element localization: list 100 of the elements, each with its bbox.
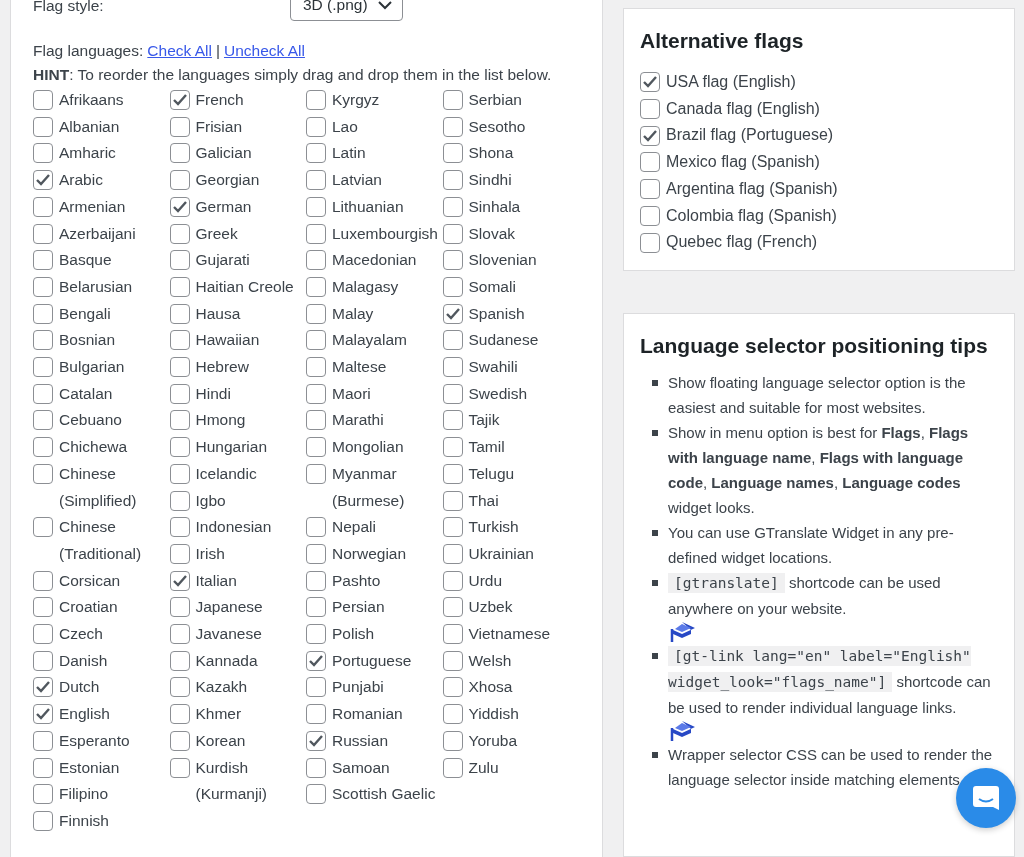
language-checkbox[interactable] — [169, 463, 190, 484]
language-checkbox[interactable] — [442, 330, 463, 351]
language-checkbox[interactable] — [33, 357, 53, 378]
language-checkbox[interactable] — [306, 250, 326, 271]
language-checkbox[interactable] — [306, 543, 326, 564]
language-checkbox[interactable] — [306, 357, 326, 378]
language-checkbox[interactable] — [33, 624, 53, 645]
language-checkbox[interactable] — [33, 383, 53, 404]
language-checkbox[interactable] — [442, 196, 463, 217]
language-checkbox[interactable] — [33, 463, 53, 484]
language-checkbox[interactable] — [306, 196, 326, 217]
language-checkbox[interactable] — [442, 383, 463, 404]
language-checkbox[interactable] — [169, 517, 190, 538]
language-checkbox[interactable] — [33, 410, 53, 431]
language-checkbox[interactable] — [442, 410, 463, 431]
language-checkbox[interactable] — [306, 570, 326, 591]
language-checkbox[interactable] — [169, 250, 190, 271]
language-checkbox[interactable] — [169, 624, 190, 645]
language-checkbox[interactable] — [33, 330, 53, 351]
language-checkbox[interactable] — [169, 170, 190, 191]
flag-checkbox[interactable] — [640, 72, 660, 93]
language-checkbox[interactable] — [169, 383, 190, 404]
language-checkbox[interactable] — [33, 597, 53, 618]
language-checkbox[interactable] — [442, 223, 463, 244]
flag-checkbox[interactable] — [640, 205, 660, 226]
language-checkbox[interactable] — [442, 650, 463, 671]
language-checkbox[interactable] — [33, 811, 53, 831]
language-checkbox[interactable] — [442, 730, 463, 751]
language-checkbox[interactable] — [33, 116, 53, 137]
language-checkbox[interactable] — [306, 116, 326, 137]
language-checkbox[interactable] — [33, 250, 53, 271]
language-checkbox[interactable] — [306, 223, 326, 244]
language-checkbox[interactable] — [33, 757, 53, 778]
language-checkbox[interactable] — [442, 357, 463, 378]
language-checkbox[interactable] — [306, 303, 326, 324]
language-checkbox[interactable] — [306, 330, 326, 351]
language-checkbox[interactable] — [442, 463, 463, 484]
language-checkbox[interactable] — [33, 650, 53, 671]
language-checkbox[interactable] — [169, 570, 190, 591]
language-checkbox[interactable] — [442, 490, 463, 511]
language-checkbox[interactable] — [306, 90, 326, 110]
language-checkbox[interactable] — [33, 223, 53, 244]
language-checkbox[interactable] — [33, 276, 53, 297]
flag-checkbox[interactable] — [640, 125, 660, 146]
language-checkbox[interactable] — [169, 276, 190, 297]
language-checkbox[interactable] — [169, 303, 190, 324]
language-checkbox[interactable] — [169, 196, 190, 217]
language-checkbox[interactable] — [33, 570, 53, 591]
language-checkbox[interactable] — [442, 704, 463, 725]
language-checkbox[interactable] — [306, 704, 326, 725]
language-checkbox[interactable] — [169, 223, 190, 244]
language-checkbox[interactable] — [442, 570, 463, 591]
language-checkbox[interactable] — [169, 543, 190, 564]
language-checkbox[interactable] — [33, 784, 53, 805]
graduation-cap-icon[interactable] — [668, 620, 696, 643]
language-checkbox[interactable] — [169, 437, 190, 458]
flag-checkbox[interactable] — [640, 179, 660, 200]
graduation-cap-icon[interactable] — [668, 719, 696, 742]
language-checkbox[interactable] — [33, 143, 53, 164]
language-checkbox[interactable] — [442, 143, 463, 164]
language-checkbox[interactable] — [306, 276, 326, 297]
language-checkbox[interactable] — [33, 303, 53, 324]
language-checkbox[interactable] — [306, 463, 326, 484]
language-checkbox[interactable] — [33, 170, 53, 191]
language-checkbox[interactable] — [169, 704, 190, 725]
flag-checkbox[interactable] — [640, 99, 660, 120]
language-checkbox[interactable] — [169, 116, 190, 137]
language-checkbox[interactable] — [442, 597, 463, 618]
language-checkbox[interactable] — [442, 276, 463, 297]
language-checkbox[interactable] — [442, 757, 463, 778]
language-checkbox[interactable] — [33, 437, 53, 458]
language-checkbox[interactable] — [169, 143, 190, 164]
language-checkbox[interactable] — [442, 677, 463, 698]
language-checkbox[interactable] — [442, 90, 463, 110]
language-checkbox[interactable] — [169, 410, 190, 431]
flag-checkbox[interactable] — [640, 152, 660, 173]
language-checkbox[interactable] — [169, 730, 190, 751]
uncheck-all-link[interactable]: Uncheck All — [223, 39, 305, 63]
language-checkbox[interactable] — [169, 490, 190, 511]
language-checkbox[interactable] — [33, 704, 53, 725]
language-checkbox[interactable] — [306, 784, 326, 805]
language-checkbox[interactable] — [33, 90, 53, 110]
language-checkbox[interactable] — [442, 116, 463, 137]
language-checkbox[interactable] — [306, 143, 326, 164]
language-checkbox[interactable] — [169, 597, 190, 618]
check-all-link[interactable]: Check All — [147, 39, 212, 63]
language-checkbox[interactable] — [306, 624, 326, 645]
language-checkbox[interactable] — [33, 677, 53, 698]
language-checkbox[interactable] — [169, 757, 190, 778]
language-checkbox[interactable] — [306, 757, 326, 778]
language-checkbox[interactable] — [306, 410, 326, 431]
language-checkbox[interactable] — [442, 250, 463, 271]
language-checkbox[interactable] — [306, 677, 326, 698]
language-checkbox[interactable] — [306, 597, 326, 618]
language-checkbox[interactable] — [442, 303, 463, 324]
language-checkbox[interactable] — [306, 730, 326, 751]
language-checkbox[interactable] — [33, 517, 53, 538]
language-checkbox[interactable] — [169, 330, 190, 351]
language-checkbox[interactable] — [306, 650, 326, 671]
language-checkbox[interactable] — [442, 624, 463, 645]
